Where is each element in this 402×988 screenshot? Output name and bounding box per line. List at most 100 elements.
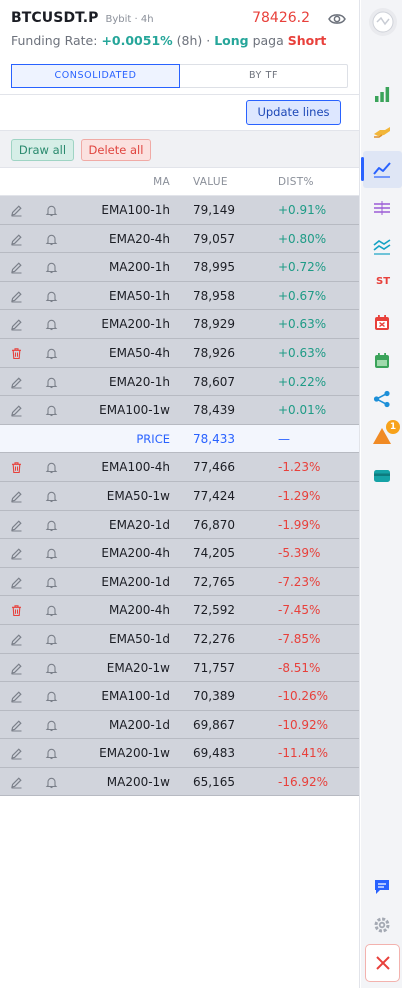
table-row: EMA200-1d 72,765 -7.23% bbox=[0, 567, 359, 597]
table-row: EMA200-4h 74,205 -5.39% bbox=[0, 539, 359, 568]
ma-name: EMA20-1w bbox=[106, 660, 170, 675]
hand-icon[interactable] bbox=[372, 121, 392, 141]
funding-rate: Funding Rate: +0.0051% (8h) · Long paga … bbox=[11, 33, 327, 48]
bell-icon[interactable] bbox=[45, 347, 58, 360]
table-header: MA VALUE DIST% bbox=[0, 168, 359, 196]
table-row: EMA20-1d 76,870 -1.99% bbox=[0, 510, 359, 540]
calendar-icon[interactable] bbox=[372, 351, 392, 371]
pencil-icon[interactable] bbox=[10, 719, 23, 732]
pencil-icon[interactable] bbox=[10, 376, 23, 389]
pencil-icon[interactable] bbox=[10, 318, 23, 331]
tab-consolidated[interactable]: CONSOLIDATED bbox=[11, 64, 180, 88]
table-row: EMA200-1w 69,483 -11.41% bbox=[0, 739, 359, 768]
pencil-icon[interactable] bbox=[10, 204, 23, 217]
ma-dist: +0.72% bbox=[278, 260, 327, 275]
close-button[interactable] bbox=[365, 944, 400, 982]
right-sidebar: ST 1 bbox=[361, 0, 402, 988]
bell-icon[interactable] bbox=[45, 461, 58, 474]
share-icon[interactable] bbox=[372, 389, 392, 409]
exchange-timeframe: Bybit · 4h bbox=[105, 14, 154, 25]
actions-toolbar: Draw all Delete all bbox=[0, 131, 359, 168]
ma-dist: +0.01% bbox=[278, 403, 327, 418]
bell-icon[interactable] bbox=[45, 490, 58, 503]
bell-icon[interactable] bbox=[45, 519, 58, 532]
rows-below-price: EMA100-4h 77,466 -1.23% EMA50-1w 77,424 -1.29… bbox=[0, 453, 359, 797]
ma-name: EMA100-1w bbox=[99, 403, 170, 418]
pencil-icon[interactable] bbox=[10, 490, 23, 503]
price-label: PRICE bbox=[136, 431, 170, 446]
pencil-icon[interactable] bbox=[10, 690, 23, 703]
delete-all-button[interactable]: Delete all bbox=[81, 139, 151, 161]
pencil-icon[interactable] bbox=[10, 747, 23, 760]
ma-name: EMA200-1w bbox=[99, 746, 170, 761]
ma-name: EMA200-1d bbox=[101, 574, 170, 589]
bell-icon[interactable] bbox=[45, 776, 58, 789]
card-icon[interactable] bbox=[372, 466, 392, 486]
pencil-icon[interactable] bbox=[10, 776, 23, 789]
bell-icon[interactable] bbox=[45, 690, 58, 703]
table-row: MA200-1w 65,165 -16.92% bbox=[0, 767, 359, 797]
pencil-icon[interactable] bbox=[10, 576, 23, 589]
table-row: EMA50-1d 72,276 -7.85% bbox=[0, 624, 359, 654]
ma-value: 72,765 bbox=[193, 574, 235, 589]
update-lines-button[interactable]: Update lines bbox=[246, 100, 341, 125]
ma-value: 78,439 bbox=[193, 403, 235, 418]
trash-icon[interactable] bbox=[10, 461, 23, 474]
trash-icon[interactable] bbox=[10, 347, 23, 360]
ma-name: EMA100-1h bbox=[101, 203, 170, 217]
bell-icon[interactable] bbox=[45, 747, 58, 760]
wave-icon[interactable] bbox=[372, 236, 392, 256]
ma-name: MA200-1w bbox=[106, 774, 170, 789]
pencil-icon[interactable] bbox=[10, 404, 23, 417]
pencil-icon[interactable] bbox=[10, 261, 23, 274]
pencil-icon[interactable] bbox=[10, 519, 23, 532]
eye-icon[interactable] bbox=[328, 12, 346, 26]
bell-icon[interactable] bbox=[45, 662, 58, 675]
pencil-icon[interactable] bbox=[10, 633, 23, 646]
bell-icon[interactable] bbox=[45, 404, 58, 417]
close-icon bbox=[376, 956, 390, 970]
bell-icon[interactable] bbox=[45, 633, 58, 646]
tab-by-tf[interactable]: BY TF bbox=[180, 65, 347, 87]
ma-dist: -1.29% bbox=[278, 488, 321, 503]
ma-value: 77,424 bbox=[193, 488, 235, 503]
bell-icon[interactable] bbox=[45, 261, 58, 274]
st-icon[interactable]: ST bbox=[376, 276, 396, 296]
table-row: MA200-1d 69,867 -10.92% bbox=[0, 710, 359, 740]
ma-name: EMA20-4h bbox=[109, 231, 170, 246]
bell-icon[interactable] bbox=[45, 318, 58, 331]
ma-value: 71,757 bbox=[193, 660, 235, 675]
draw-all-button[interactable]: Draw all bbox=[11, 139, 74, 161]
pencil-icon[interactable] bbox=[10, 662, 23, 675]
table-row: EMA100-1w 78,439 +0.01% bbox=[0, 396, 359, 425]
ma-value: 69,483 bbox=[193, 746, 235, 761]
bell-icon[interactable] bbox=[45, 547, 58, 560]
ma-value: 65,165 bbox=[193, 774, 235, 789]
ma-name: EMA20-1h bbox=[109, 374, 170, 389]
bell-icon[interactable] bbox=[45, 576, 58, 589]
pencil-icon[interactable] bbox=[10, 547, 23, 560]
ma-value: 78,995 bbox=[193, 260, 235, 275]
ma-name: MA200-1d bbox=[108, 717, 170, 732]
chat-icon[interactable] bbox=[372, 877, 392, 897]
bell-icon[interactable] bbox=[45, 290, 58, 303]
ma-dist: +0.67% bbox=[278, 288, 327, 303]
avatar[interactable] bbox=[369, 8, 397, 36]
bell-icon[interactable] bbox=[45, 233, 58, 246]
horizontal-lines-icon[interactable] bbox=[372, 198, 392, 218]
pencil-icon[interactable] bbox=[10, 290, 23, 303]
bell-icon[interactable] bbox=[45, 204, 58, 217]
bell-icon[interactable] bbox=[45, 604, 58, 617]
pencil-icon[interactable] bbox=[10, 233, 23, 246]
bell-icon[interactable] bbox=[45, 376, 58, 389]
ma-value: 78,607 bbox=[193, 374, 235, 389]
trash-icon[interactable] bbox=[10, 604, 23, 617]
bar-chart-icon[interactable] bbox=[372, 84, 392, 104]
gear-icon[interactable] bbox=[372, 915, 392, 935]
bell-icon[interactable] bbox=[45, 719, 58, 732]
ma-dist: -10.92% bbox=[278, 717, 329, 732]
price-value: 78,433 bbox=[193, 431, 235, 446]
ma-value: 78,958 bbox=[193, 288, 235, 303]
calendar-x-icon[interactable] bbox=[372, 313, 392, 333]
trend-line-icon[interactable] bbox=[372, 159, 392, 179]
